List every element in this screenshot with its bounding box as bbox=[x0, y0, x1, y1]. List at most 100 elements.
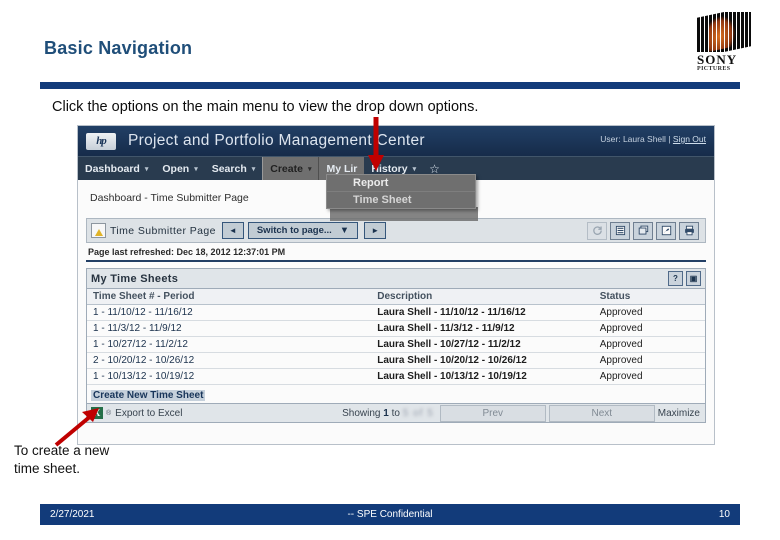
title-divider bbox=[40, 82, 740, 89]
create-new-time-sheet-link[interactable]: Create New Time Sheet bbox=[91, 390, 206, 401]
menu-label-search: Search bbox=[211, 162, 247, 175]
chevron-down-icon: ▾ bbox=[412, 165, 417, 173]
ppm-brand-bar: hp Project and Portfolio Management Cent… bbox=[78, 126, 714, 156]
next-page-button[interactable]: ► bbox=[364, 222, 387, 239]
column-header-period: Time Sheet # - Period bbox=[87, 289, 372, 305]
showing-to: to bbox=[391, 407, 400, 419]
cell-description: Laura Shell - 10/13/12 - 10/19/12 bbox=[371, 368, 594, 385]
cell-period[interactable]: 1 - 10/13/12 - 10/19/12 bbox=[87, 368, 372, 385]
print-icon[interactable] bbox=[679, 221, 699, 240]
dropdown-item-report[interactable]: Report bbox=[327, 175, 475, 192]
maximize-link[interactable]: Maximize bbox=[658, 408, 700, 419]
table-row[interactable]: 1 - 10/13/12 - 10/19/12 Laura Shell - 10… bbox=[87, 368, 705, 385]
cell-period[interactable]: 1 - 11/3/12 - 11/9/12 bbox=[87, 320, 372, 337]
table-row[interactable]: 1 - 11/3/12 - 11/9/12 Laura Shell - 11/3… bbox=[87, 320, 705, 337]
export-pdf-icon[interactable] bbox=[656, 221, 676, 240]
next-button[interactable]: Next bbox=[548, 404, 655, 422]
cell-status: Approved bbox=[593, 320, 705, 337]
portlet-actions: ? ▣ bbox=[668, 271, 701, 286]
annotation-arrow-down bbox=[368, 117, 384, 171]
cell-status: Approved bbox=[593, 352, 705, 369]
refresh-icon[interactable] bbox=[587, 221, 607, 240]
showing-prefix: Showing bbox=[342, 407, 381, 419]
page-warning-icon bbox=[91, 223, 106, 238]
sony-wordmark: SONY bbox=[697, 52, 738, 67]
cell-period[interactable]: 1 - 10/27/12 - 11/2/12 bbox=[87, 336, 372, 353]
registered-mark: ® bbox=[106, 409, 112, 417]
chevron-down-icon: ▾ bbox=[144, 165, 149, 173]
dropdown-item-time-sheet[interactable]: Time Sheet bbox=[327, 192, 475, 208]
help-icon[interactable]: ? bbox=[668, 271, 683, 286]
closing-line-2: time sheet. bbox=[14, 461, 81, 476]
menu-label-open: Open bbox=[162, 162, 190, 175]
maximize-icon[interactable]: ▣ bbox=[686, 271, 701, 286]
single-column-layout-icon[interactable] bbox=[610, 221, 630, 240]
cell-period[interactable]: 1 - 11/10/12 - 11/16/12 bbox=[87, 304, 372, 321]
sony-pictures-logo: SONY PICTURES bbox=[697, 12, 759, 74]
ppm-screenshot: hp Project and Portfolio Management Cent… bbox=[77, 125, 715, 445]
dashboard-page-bar: Time Submitter Page ◄ Switch to page... … bbox=[86, 218, 706, 243]
switch-to-page-dropdown[interactable]: Switch to page... ▼ bbox=[247, 222, 359, 239]
menu-item-open[interactable]: Open ▾ bbox=[155, 157, 204, 180]
my-time-sheets-portlet: My Time Sheets ? ▣ Time Sheet # - Period… bbox=[86, 268, 706, 423]
menu-label-dashboard: Dashboard bbox=[85, 162, 140, 175]
cell-description: Laura Shell - 11/3/12 - 11/9/12 bbox=[371, 320, 594, 337]
switch-to-page-label: Switch to page... bbox=[256, 225, 332, 236]
sony-subwordmark: PICTURES bbox=[697, 66, 731, 72]
portlet-footer: X ® Export to Excel Showing 1 to 5 of 5 … bbox=[87, 403, 705, 422]
chevron-down-icon: ▾ bbox=[251, 165, 256, 173]
page-title: Basic Navigation bbox=[44, 38, 193, 58]
footer-confidential: -- SPE Confidential bbox=[347, 509, 433, 520]
chevron-down-icon: ▼ bbox=[339, 225, 350, 236]
portlet-header: My Time Sheets ? ▣ bbox=[87, 269, 705, 289]
hp-logo-text: hp bbox=[96, 135, 107, 147]
cell-status: Approved bbox=[593, 336, 705, 353]
cell-status: Approved bbox=[593, 304, 705, 321]
slide-root: SONY PICTURES Basic Navigation Click the… bbox=[0, 0, 780, 540]
time-sheets-table: Time Sheet # - Period Description Status… bbox=[87, 289, 705, 385]
chevron-down-icon: ▾ bbox=[307, 165, 312, 173]
table-header-row: Time Sheet # - Period Description Status bbox=[87, 289, 705, 305]
table-row[interactable]: 1 - 11/10/12 - 11/16/12 Laura Shell - 11… bbox=[87, 304, 705, 321]
export-to-excel-link[interactable]: Export to Excel bbox=[115, 408, 182, 419]
current-page-label: Time Submitter Page bbox=[110, 224, 216, 237]
column-header-status: Status bbox=[593, 289, 705, 305]
slide-footer: 2/27/2021 -- SPE Confidential 10 bbox=[40, 504, 740, 525]
create-menu-dropdown: Report Time Sheet bbox=[326, 174, 476, 209]
menu-item-search[interactable]: Search ▾ bbox=[205, 157, 263, 180]
user-label: User: bbox=[600, 134, 621, 144]
annotation-arrow-up bbox=[54, 408, 99, 447]
hp-logo-icon: hp bbox=[86, 132, 116, 150]
cell-description: Laura Shell - 10/20/12 - 10/26/12 bbox=[371, 352, 594, 369]
cell-status: Approved bbox=[593, 368, 705, 385]
dashboard-toolbar bbox=[587, 221, 701, 240]
showing-count: 1 bbox=[383, 407, 389, 419]
cell-description: Laura Shell - 11/10/12 - 11/16/12 bbox=[371, 304, 594, 321]
menu-item-dashboard[interactable]: Dashboard ▾ bbox=[78, 157, 155, 180]
sony-logo-mark bbox=[697, 12, 751, 52]
cell-period[interactable]: 2 - 10/20/12 - 10/26/12 bbox=[87, 352, 372, 369]
user-name: Laura Shell bbox=[622, 134, 666, 144]
multi-window-layout-icon[interactable] bbox=[633, 221, 653, 240]
user-separator: | bbox=[668, 134, 671, 144]
showing-total-blurred: 5 of 5 bbox=[402, 407, 434, 419]
portlet-title: My Time Sheets bbox=[91, 272, 179, 285]
menu-label-my-links: My Lir bbox=[326, 162, 358, 175]
menu-label-create: Create bbox=[270, 162, 303, 175]
lead-instruction-text: Click the options on the main menu to vi… bbox=[52, 99, 479, 115]
pagination-status: Showing 1 to 5 of 5 bbox=[342, 408, 434, 419]
cell-description: Laura Shell - 10/27/12 - 11/2/12 bbox=[371, 336, 594, 353]
dropdown-shadow bbox=[330, 207, 478, 221]
table-row[interactable]: 2 - 10/20/12 - 10/26/12 Laura Shell - 10… bbox=[87, 352, 705, 369]
menu-item-create[interactable]: Create ▾ bbox=[262, 157, 320, 180]
table-row[interactable]: 1 - 10/27/12 - 11/2/12 Laura Shell - 10/… bbox=[87, 336, 705, 353]
sony-logo-flame bbox=[709, 13, 735, 52]
sign-out-link[interactable]: Sign Out bbox=[673, 134, 706, 144]
prev-button[interactable]: Prev bbox=[439, 404, 546, 422]
chevron-down-icon: ▾ bbox=[194, 165, 198, 173]
last-refreshed-text: Page last refreshed: Dec 18, 2012 12:37:… bbox=[88, 247, 286, 257]
page-divider bbox=[86, 260, 706, 262]
previous-page-button[interactable]: ◄ bbox=[221, 222, 244, 239]
column-header-description: Description bbox=[371, 289, 594, 305]
user-session-info: User: Laura Shell | Sign Out bbox=[600, 134, 706, 144]
